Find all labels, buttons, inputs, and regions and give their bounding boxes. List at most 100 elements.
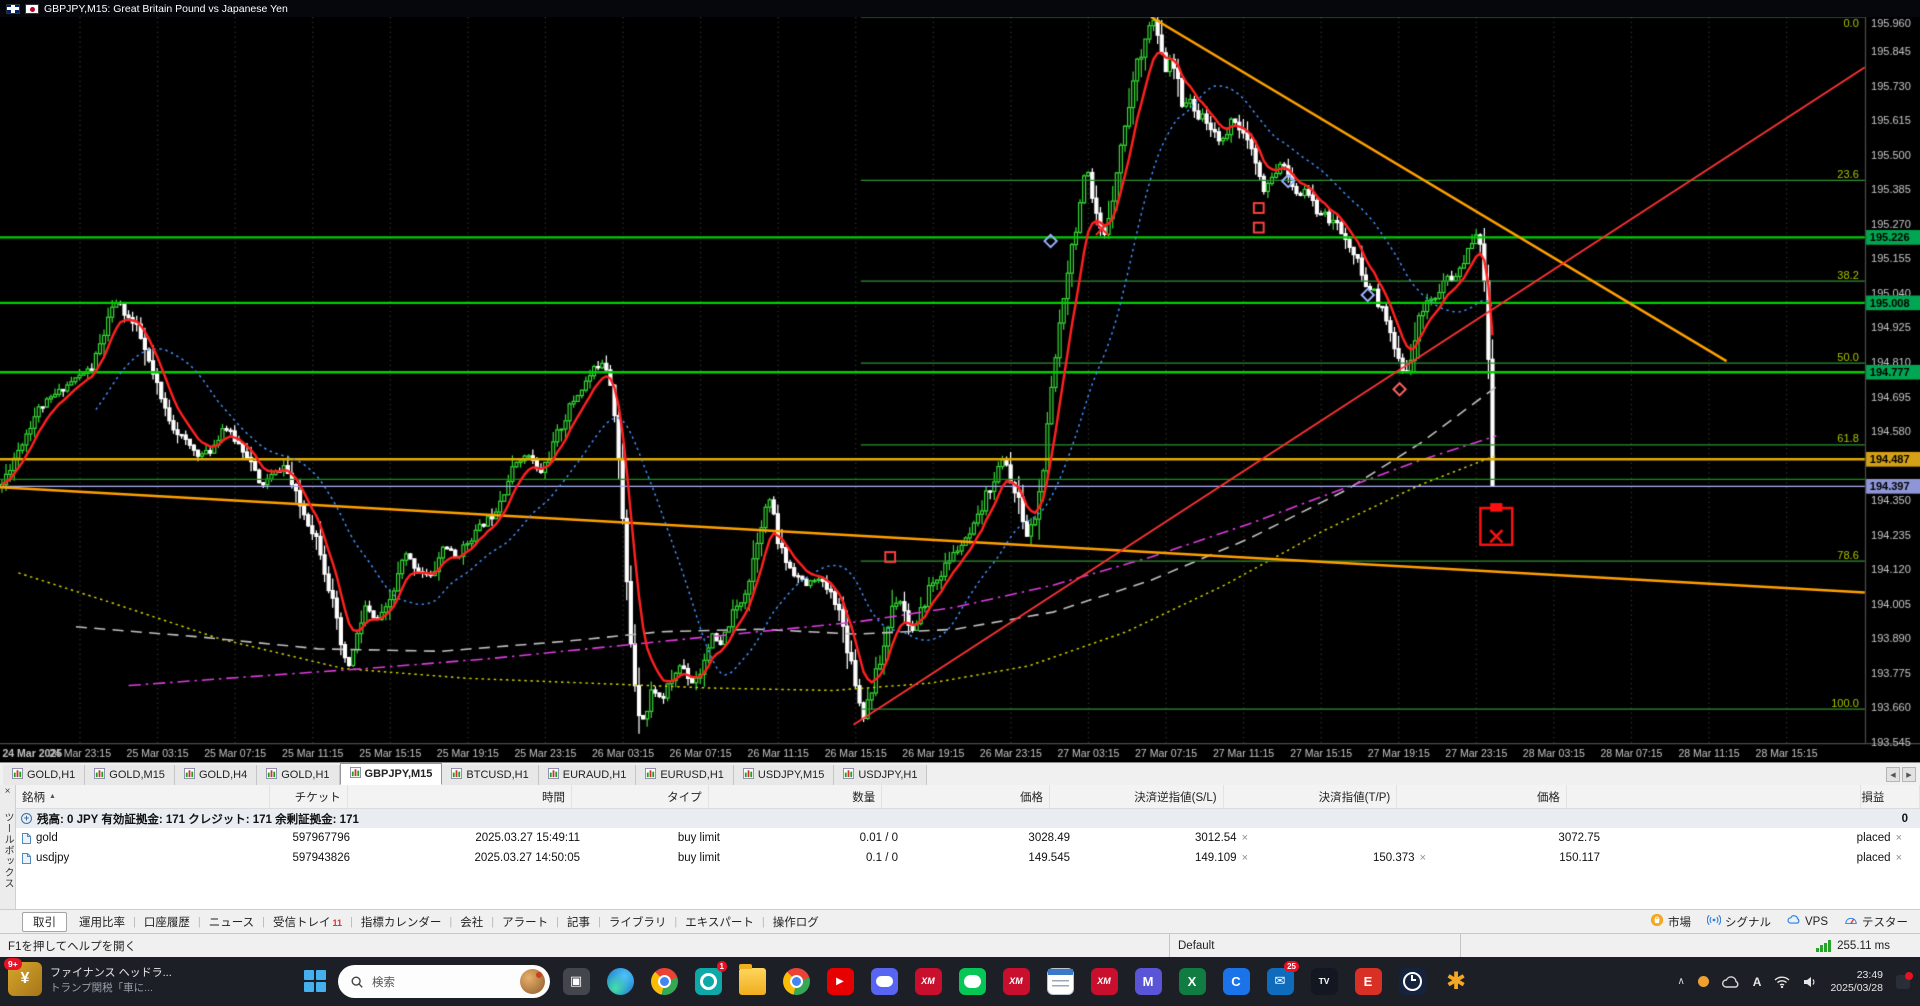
wifi-icon[interactable] [1774, 975, 1790, 988]
remove-sl-button[interactable]: × [1242, 852, 1248, 864]
column-header-2[interactable]: 時間 [348, 785, 573, 808]
toolbox-tab-8[interactable]: 記事 [559, 914, 598, 930]
volume-icon[interactable] [1803, 976, 1817, 988]
chart-tab-euraud-h1[interactable]: EURAUD,H1 [538, 765, 637, 785]
taskbar-icon-mt5-app[interactable]: M [1128, 961, 1168, 1001]
taskbar-icon-chrome-browser[interactable] [644, 961, 684, 1001]
column-header-7[interactable]: 決済指値(T/P) [1224, 785, 1398, 808]
search-box[interactable]: 検索 [338, 965, 550, 998]
chart-tab-label: USDJPY,H1 [858, 769, 918, 781]
toolbox-tab-6[interactable]: 会社 [452, 914, 491, 930]
chart-tab-gold-h1[interactable]: GOLD,H1 [3, 765, 86, 785]
toolbox-tab-label: 操作ログ [772, 916, 819, 929]
tabs-scroll-left-button[interactable]: ◀ [1886, 767, 1900, 782]
start-button[interactable] [295, 961, 335, 1001]
taskbar-icon-line-app[interactable] [952, 961, 992, 1001]
chart-icon [94, 768, 106, 782]
order-row-gold[interactable]: gold 597967796 2025.03.27 15:49:11 buy limi… [16, 828, 1920, 848]
taskbar-icon-tradingview-app[interactable]: TV [1304, 961, 1344, 1001]
toolbox-tab-3[interactable]: ニュース [201, 914, 262, 930]
taskbar-icon-edge-browser[interactable] [600, 961, 640, 1001]
toolbox-tab-9[interactable]: ライブラリ [601, 914, 675, 930]
toolbox-tab-1[interactable]: 運用比率 [71, 914, 133, 930]
tester-button[interactable]: テスター [1844, 913, 1908, 930]
toolbox-tab-0[interactable]: 取引 [22, 911, 67, 932]
taskbar-icon-file-explorer[interactable] [732, 961, 772, 1001]
chart-icon [843, 768, 855, 782]
taskbar-icon-notes-app[interactable] [1040, 961, 1080, 1001]
news-weather-widget[interactable]: ¥9+ ファイナンス ヘッドラ... トランプ関税「車に... [4, 958, 172, 996]
signal-button[interactable]: シグナル [1706, 913, 1771, 930]
chart-tab-bar: GOLD,H1 GOLD,M15 GOLD,H4 GOLD,H1 GBPJPY,M15 B… [0, 762, 1920, 785]
taskbar-icon-red-app[interactable]: E [1348, 961, 1388, 1001]
taskbar-icon-excel-app[interactable]: X [1172, 961, 1212, 1001]
taskbar-icon-mail-app[interactable]: ✉ 25 [1260, 961, 1300, 1001]
ime-indicator[interactable]: A [1753, 975, 1762, 989]
notes-app-icon [1046, 967, 1074, 995]
tray-app-dot-icon[interactable] [1697, 976, 1709, 987]
inbox-count-badge: 11 [332, 917, 343, 928]
column-header-10[interactable]: 損益 [1861, 785, 1920, 808]
onedrive-cloud-icon[interactable] [1721, 975, 1740, 988]
taskbar-icon-xm-app-3[interactable]: XM [1084, 961, 1124, 1001]
chart-tab-btcusd-h1[interactable]: BTCUSD,H1 [442, 765, 539, 785]
cancel-order-button[interactable]: × [1896, 852, 1902, 864]
column-header-5[interactable]: 価格 [882, 785, 1050, 808]
taskbar-icon-copilot-app[interactable]: C [1216, 961, 1256, 1001]
taskbar-icon-chrome-browser-2[interactable] [776, 961, 816, 1001]
tabs-scroll-right-button[interactable]: ▶ [1902, 767, 1916, 782]
toolbox-tab-4[interactable]: 受信トレイ 11 [265, 914, 350, 930]
remove-tp-button[interactable]: × [1420, 852, 1426, 864]
taskbar-icon-clock-app[interactable] [1392, 961, 1432, 1001]
taskbar-icon-settings-sun-app[interactable]: ✱ [1436, 961, 1476, 1001]
toolbox-tab-10[interactable]: エキスパート [677, 914, 762, 930]
notification-badge[interactable] [1896, 971, 1913, 989]
column-header-3[interactable]: タイプ [572, 785, 709, 808]
price-chart-canvas[interactable] [0, 17, 1920, 762]
tester-label: テスター [1862, 916, 1908, 929]
chart-tab-gold-h1[interactable]: GOLD,H1 [257, 765, 340, 785]
chart-tab-usdjpy-m15[interactable]: USDJPY,M15 [733, 765, 835, 785]
cancel-order-button[interactable]: × [1896, 832, 1902, 844]
chart-tab-gold-h4[interactable]: GOLD,H4 [174, 765, 258, 785]
connection-status[interactable]: 255.11 ms [1460, 934, 1920, 957]
taskbar-icon-snip-tool-app[interactable]: ▣ [556, 961, 596, 1001]
youtube-app-icon: ▶ [826, 967, 854, 995]
taskbar-icon-teal-messenger-app[interactable]: 1 [688, 961, 728, 1001]
widget-badge: 9+ [4, 958, 22, 970]
column-header-8[interactable]: 価格 [1397, 785, 1567, 808]
expand-balance-icon[interactable]: + [21, 813, 32, 824]
toolbox-tab-label: 取引 [33, 916, 56, 929]
taskbar-icon-xm-app-2[interactable]: XM [996, 961, 1036, 1001]
chart-tab-gold-m15[interactable]: GOLD,M15 [85, 765, 175, 785]
column-header-9[interactable] [1567, 785, 1862, 808]
toolbox-panel-title: ツールボックス [2, 812, 13, 889]
chart-tab-usdjpy-h1[interactable]: USDJPY,H1 [834, 765, 928, 785]
chart-tab-gbpjpy-m15[interactable]: GBPJPY,M15 [339, 763, 443, 785]
column-header-6[interactable]: 決済逆指値(S/L) [1050, 785, 1224, 808]
column-header-4[interactable]: 数量 [709, 785, 883, 808]
toolbox-tab-11[interactable]: 操作ログ [765, 914, 827, 930]
order-row-usdjpy[interactable]: usdjpy 597943826 2025.03.27 14:50:05 buy li… [16, 848, 1920, 868]
taskbar-icon-discord-app[interactable] [864, 961, 904, 1001]
column-header-1[interactable]: チケット [270, 785, 348, 808]
search-placeholder: 検索 [372, 976, 395, 989]
vps-button[interactable]: VPS [1787, 913, 1828, 930]
column-header-0[interactable]: 銘柄 ▲ [16, 785, 270, 808]
balance-summary: 残高: 0 JPY 有効証拠金: 171 クレジット: 171 余剰証拠金: 1… [37, 813, 359, 826]
taskbar-icon-xm-app-1[interactable]: XM [908, 961, 948, 1001]
taskbar-icon-youtube-app[interactable]: ▶ [820, 961, 860, 1001]
toolbox-tab-7[interactable]: アラート [494, 914, 556, 930]
toolbox-tab-label: ニュース [208, 916, 255, 929]
toolbox-tab-5[interactable]: 指標カレンダー [353, 914, 450, 930]
chart-tab-eurusd-h1[interactable]: EURUSD,H1 [636, 765, 734, 785]
toolbox-tab-2[interactable]: 口座履歴 [136, 914, 198, 930]
mt5-app-icon: M [1134, 967, 1162, 995]
tray-overflow-chevron[interactable]: ∧ [1677, 976, 1684, 987]
taskbar-clock[interactable]: 23:49 2025/03/28 [1830, 969, 1883, 995]
remove-sl-button[interactable]: × [1242, 832, 1248, 844]
chart-window-titlebar: GBPJPY,M15: Great Britain Pound vs Japan… [0, 0, 1920, 17]
status-profile[interactable]: Default [1169, 934, 1460, 957]
market-button[interactable]: 市場 [1650, 913, 1691, 930]
close-toolbox-button[interactable]: × [5, 786, 11, 798]
